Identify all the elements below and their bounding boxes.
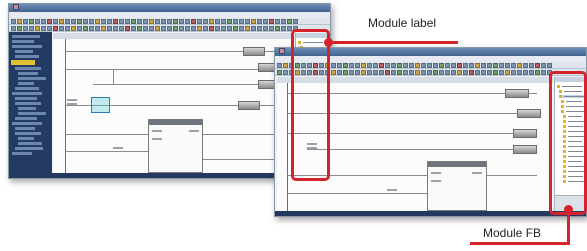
selected-contact[interactable] (91, 97, 110, 113)
close-icon[interactable] (279, 48, 285, 54)
toolbar-secondary[interactable] (9, 25, 330, 32)
status-bar (275, 211, 586, 216)
callout-leader (567, 209, 570, 244)
module-fb-highlight (549, 71, 587, 215)
module-label-highlight (291, 29, 330, 181)
coil-instruction[interactable] (238, 101, 260, 110)
ladder-editor[interactable] (53, 39, 294, 175)
navigator-selected-item[interactable] (11, 60, 35, 65)
function-block[interactable] (148, 119, 203, 173)
close-icon[interactable] (13, 4, 19, 10)
callout-module-label: Module label (368, 16, 437, 30)
coil-instruction[interactable] (513, 145, 537, 154)
callout-leader (470, 242, 570, 245)
project-navigator[interactable] (9, 32, 52, 178)
callout-module-fb: Module FB (483, 226, 542, 240)
title-bar (9, 4, 330, 12)
coil-instruction[interactable] (513, 129, 537, 138)
function-block[interactable] (427, 161, 487, 211)
coil-instruction[interactable] (517, 109, 541, 118)
callout-leader (330, 41, 458, 44)
coil-instruction[interactable] (505, 89, 529, 98)
toolbar[interactable] (9, 18, 330, 25)
coil-instruction[interactable] (243, 47, 265, 56)
